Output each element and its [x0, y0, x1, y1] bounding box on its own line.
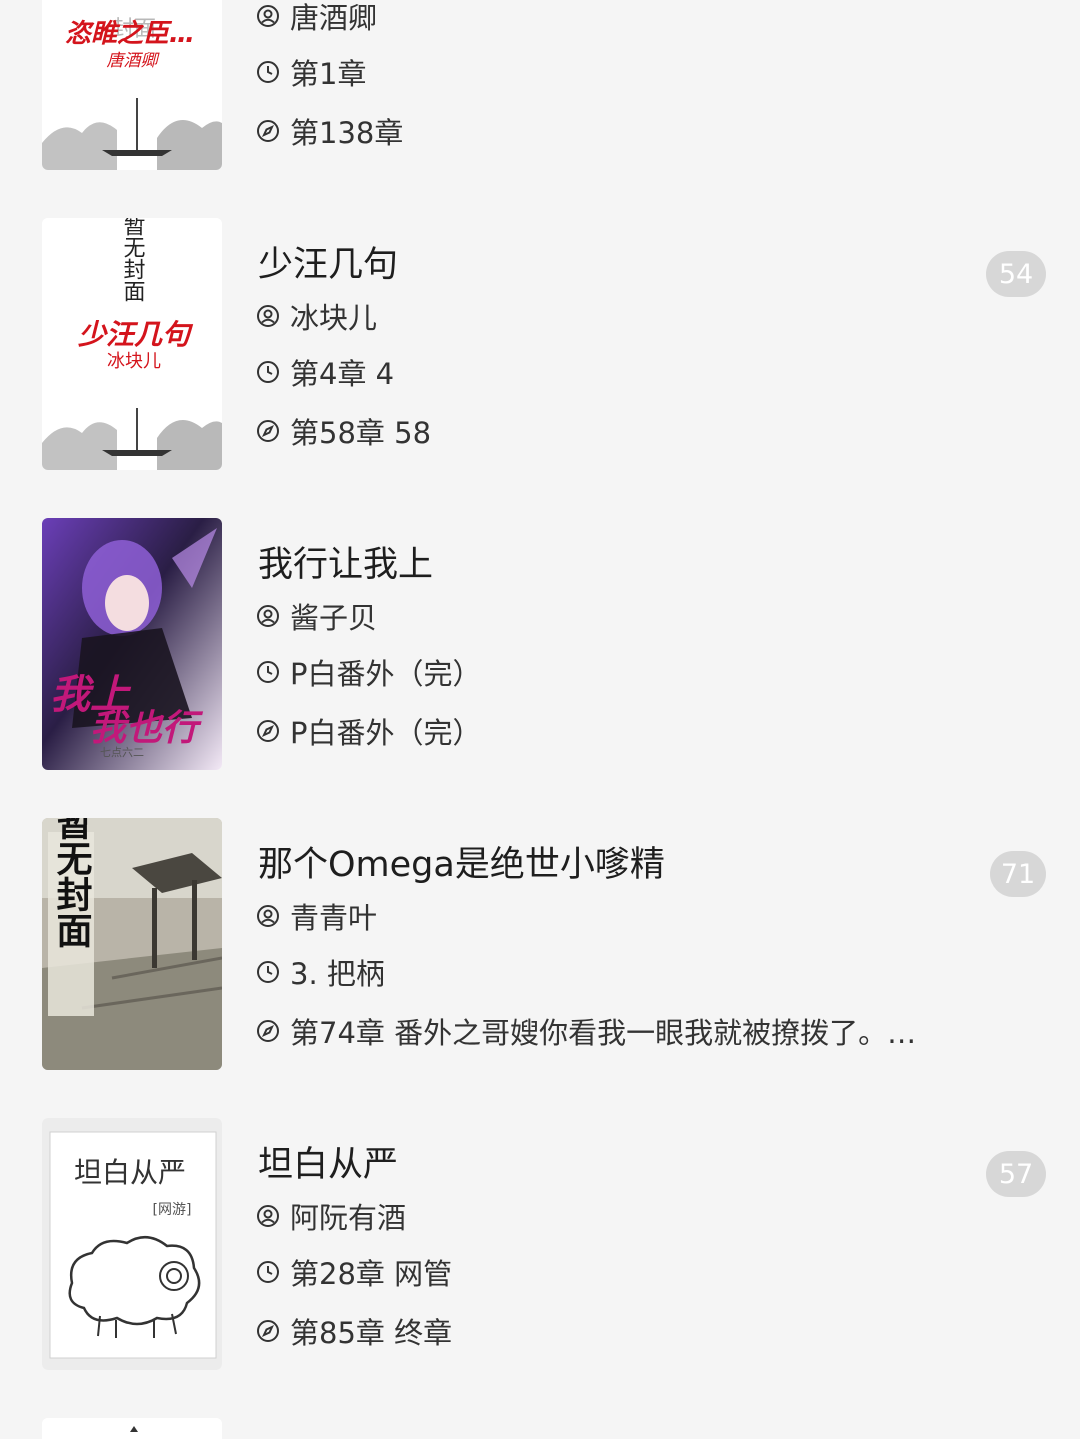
cover-author: 七点六二 — [100, 746, 144, 759]
clock-icon — [256, 1260, 280, 1284]
author-name: 阿阮有酒 — [290, 1201, 407, 1235]
author-row: 阿阮有酒 — [256, 1196, 406, 1236]
last-read-row: 第4章 4 — [256, 352, 394, 392]
user-circle-icon — [256, 904, 280, 928]
latest-row: P白番外（完） — [256, 711, 482, 751]
author-name: 冰块儿 — [290, 301, 378, 335]
author-name: 酱子贝 — [290, 601, 378, 635]
cover-placeholder: 暂无封面 — [51, 818, 93, 948]
latest-chapter: 第85章 终章 — [290, 1316, 453, 1350]
book-cover[interactable]: 坦白从严 [网游] — [42, 1118, 222, 1370]
user-circle-icon — [256, 4, 280, 28]
book-cover[interactable]: 封面 恣睢之臣… 唐酒卿 — [42, 0, 222, 170]
author-row: 冰块儿 — [256, 296, 377, 336]
book-cover[interactable] — [42, 1418, 222, 1439]
book-title: 那个Omega是绝世小嗲精 — [258, 845, 665, 885]
latest-row: 第58章 58 — [256, 411, 431, 451]
last-read-chapter: 第28章 网管 — [290, 1257, 453, 1291]
clock-icon — [256, 360, 280, 384]
last-read-row: P白番外（完） — [256, 652, 482, 692]
latest-chapter: 第138章 — [290, 116, 404, 150]
unread-badge: 57 — [986, 1151, 1046, 1197]
latest-chapter: P白番外（完） — [290, 716, 482, 750]
book-item[interactable]: 暂无封面 少汪几句 冰块儿 少汪几句 冰块儿 第4章 4 第58章 58 54 — [0, 218, 1080, 518]
cover-title: 恣睢之臣… — [65, 19, 195, 49]
latest-row: 第85章 终章 — [256, 1311, 452, 1351]
compass-icon — [256, 1019, 280, 1043]
author-row: 酱子贝 — [256, 596, 377, 636]
latest-row: 第138章 — [256, 111, 403, 151]
unread-badge: 54 — [986, 251, 1046, 297]
cover-title: 坦白从严 — [74, 1156, 186, 1189]
book-cover[interactable]: 暂无封面 — [42, 818, 222, 1070]
last-read-chapter: 第1章 — [290, 57, 367, 91]
compass-icon — [256, 1319, 280, 1343]
author-row: 唐酒卿 — [256, 0, 377, 36]
book-item[interactable] — [0, 1418, 1080, 1439]
clock-icon — [256, 960, 280, 984]
compass-icon — [256, 419, 280, 443]
book-cover[interactable]: 我上 我也行 七点六二 — [42, 518, 222, 770]
cover-tag: [网游] — [153, 1202, 192, 1218]
user-circle-icon — [256, 304, 280, 328]
user-circle-icon — [256, 1204, 280, 1228]
compass-icon — [256, 119, 280, 143]
compass-icon — [256, 719, 280, 743]
book-title: 我行让我上 — [258, 545, 434, 585]
cover-title-b: 我也行 — [90, 707, 204, 749]
last-read-row: 第28章 网管 — [256, 1252, 452, 1292]
author-row: 青青叶 — [256, 896, 377, 936]
last-read-chapter: 3. 把柄 — [290, 957, 385, 991]
unread-badge: 71 — [990, 851, 1046, 897]
cover-title: 少汪几句 — [78, 318, 194, 351]
user-circle-icon — [256, 604, 280, 628]
last-read-chapter: 第4章 4 — [290, 357, 395, 391]
book-title: 少汪几句 — [258, 245, 399, 285]
book-item[interactable]: 暂无封面 那个Omega是绝世小嗲精 青青叶 3. 把柄 第74章 番外之哥嫂你… — [0, 818, 1080, 1118]
book-title: 坦白从严 — [258, 1145, 399, 1185]
book-item[interactable]: 我上 我也行 七点六二 我行让我上 酱子贝 P白番外（完） P白番外（完） — [0, 518, 1080, 818]
cover-placeholder: 暂无封面 — [120, 218, 146, 302]
last-read-chapter: P白番外（完） — [290, 657, 482, 691]
last-read-row: 第1章 — [256, 52, 366, 92]
latest-chapter: 第74章 番外之哥嫂你看我一眼我就被撩拨了。… — [290, 1016, 917, 1050]
clock-icon — [256, 60, 280, 84]
author-name: 青青叶 — [290, 901, 378, 935]
latest-row: 第74章 番外之哥嫂你看我一眼我就被撩拨了。… — [256, 1011, 916, 1051]
book-item[interactable]: 坦白从严 [网游] 坦白从严 阿阮有酒 第28章 网管 第85章 终章 57 — [0, 1118, 1080, 1418]
cover-author: 唐酒卿 — [107, 51, 161, 71]
book-cover[interactable]: 暂无封面 少汪几句 冰块儿 — [42, 218, 222, 470]
last-read-row: 3. 把柄 — [256, 952, 385, 992]
clock-icon — [256, 660, 280, 684]
latest-chapter: 第58章 58 — [290, 416, 432, 450]
author-name: 唐酒卿 — [290, 1, 378, 35]
book-item[interactable]: 封面 恣睢之臣… 唐酒卿 唐酒卿 第1章 第138章 — [0, 0, 1080, 218]
cover-author: 冰块儿 — [107, 351, 161, 372]
